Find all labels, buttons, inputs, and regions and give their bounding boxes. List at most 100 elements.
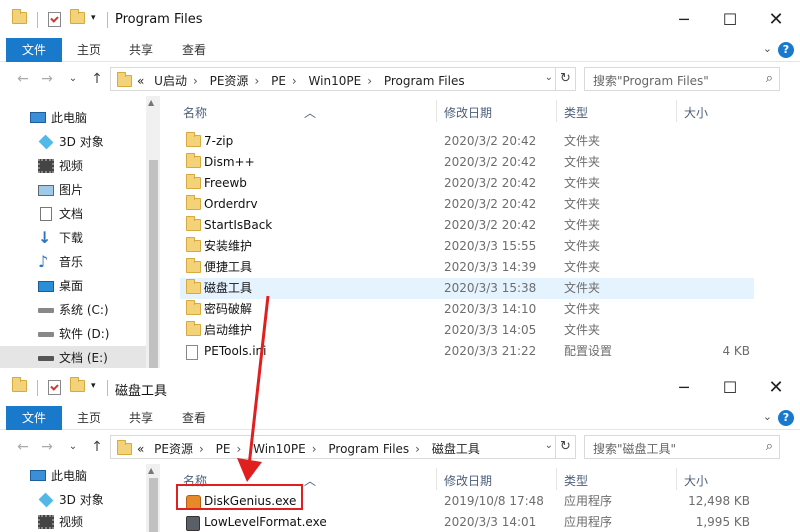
list-item[interactable]: 启动维护 2020/3/3 14:05 文件夹 (180, 320, 754, 341)
list-item[interactable]: Freewb 2020/3/2 20:42 文件夹 (180, 173, 754, 194)
forward-arrow-icon[interactable]: → (38, 70, 56, 88)
nav-item-pictures[interactable]: 图片 (0, 178, 146, 202)
divider[interactable] (556, 468, 557, 490)
list-item[interactable]: StartIsBack 2020/3/2 20:42 文件夹 (180, 215, 754, 236)
recent-locations-icon[interactable]: ⌄ (64, 438, 82, 456)
up-arrow-icon[interactable]: ↑ (88, 70, 106, 88)
nav-item-this-pc[interactable]: 此电脑 (0, 106, 146, 130)
column-type[interactable]: 类型 (564, 472, 588, 489)
forward-arrow-icon[interactable]: → (38, 438, 56, 456)
list-item[interactable]: LowLevelFormat.exe 2020/3/3 14:01 应用程序 1,99… (180, 512, 754, 532)
tab-view[interactable]: 查看 (177, 406, 211, 430)
quick-access-dropdown-icon[interactable]: ▾ (91, 381, 96, 397)
nav-item-drive-e[interactable]: 文档 (E:) (0, 346, 146, 368)
column-type[interactable]: 类型 (564, 104, 588, 121)
divider[interactable] (556, 100, 557, 122)
column-date[interactable]: 修改日期 (444, 104, 492, 121)
folder-icon[interactable] (12, 377, 27, 396)
tab-file[interactable]: 文件 (6, 38, 62, 62)
breadcrumb-item[interactable]: Program Files (384, 74, 465, 88)
nav-label: 此电脑 (51, 111, 88, 125)
breadcrumb-item[interactable]: PE资源 (154, 442, 193, 456)
divider[interactable] (676, 100, 677, 122)
address-bar[interactable]: « PE资源 › PE › Win10PE › Program Files › 磁盘工具… (110, 435, 576, 459)
scroll-up-icon[interactable]: ▲ (148, 98, 154, 107)
breadcrumb-overflow[interactable]: « (137, 442, 144, 456)
scroll-thumb[interactable] (149, 160, 158, 368)
column-date[interactable]: 修改日期 (444, 472, 492, 489)
breadcrumb-overflow[interactable]: « (137, 74, 144, 88)
nav-item-drive-d[interactable]: 软件 (D:) (0, 322, 146, 346)
column-size[interactable]: 大小 (684, 472, 708, 489)
nav-item-music[interactable]: ♪ 音乐 (0, 250, 146, 274)
nav-item-this-pc[interactable]: 此电脑 (0, 464, 146, 488)
new-folder-icon[interactable] (70, 9, 85, 28)
nav-item-downloads[interactable]: ↓ 下载 (0, 226, 146, 250)
ribbon-expand-icon[interactable]: ⌄ (763, 42, 772, 55)
tab-file[interactable]: 文件 (6, 406, 62, 430)
tab-home[interactable]: 主页 (72, 38, 106, 62)
column-name[interactable]: 名称 (183, 104, 207, 121)
breadcrumb-item[interactable]: 磁盘工具 (432, 442, 480, 456)
breadcrumb-item[interactable]: PE (216, 442, 231, 456)
refresh-icon[interactable]: ↻ (555, 436, 575, 458)
divider[interactable] (436, 468, 437, 490)
breadcrumb-item[interactable]: PE (271, 74, 286, 88)
maximize-button[interactable]: ☐ (707, 368, 753, 406)
new-folder-icon[interactable] (70, 377, 85, 396)
scroll-thumb[interactable] (149, 478, 158, 532)
list-item[interactable]: Dism++ 2020/3/2 20:42 文件夹 (180, 152, 754, 173)
up-arrow-icon[interactable]: ↑ (88, 438, 106, 456)
breadcrumb-item[interactable]: U启动 (154, 74, 187, 88)
properties-icon[interactable] (48, 380, 61, 396)
help-icon[interactable]: ? (778, 410, 794, 426)
close-button[interactable]: ✕ (753, 0, 799, 38)
column-size[interactable]: 大小 (684, 104, 708, 121)
chevron-down-icon[interactable]: ⌄ (545, 440, 553, 451)
breadcrumb-item[interactable]: Win10PE (253, 442, 306, 456)
divider[interactable] (436, 100, 437, 122)
nav-item-videos[interactable]: 视频 (0, 154, 146, 178)
folder-icon[interactable] (12, 9, 27, 28)
tab-home[interactable]: 主页 (72, 406, 106, 430)
list-item[interactable]: 密码破解 2020/3/3 14:10 文件夹 (180, 299, 754, 320)
list-item[interactable]: 安装维护 2020/3/3 15:55 文件夹 (180, 236, 754, 257)
recent-locations-icon[interactable]: ⌄ (64, 70, 82, 88)
breadcrumb-item[interactable]: PE资源 (210, 74, 249, 88)
list-item[interactable]: Orderdrv 2020/3/2 20:42 文件夹 (180, 194, 754, 215)
nav-item-3d-objects[interactable]: 3D 对象 (0, 130, 146, 154)
search-input[interactable]: 搜索"磁盘工具" ⌕ (584, 435, 780, 459)
tab-view[interactable]: 查看 (177, 38, 211, 62)
refresh-icon[interactable]: ↻ (555, 68, 575, 90)
search-input[interactable]: 搜索"Program Files" ⌕ (584, 67, 780, 91)
tab-share[interactable]: 共享 (124, 38, 158, 62)
quick-access-dropdown-icon[interactable]: ▾ (91, 13, 96, 29)
minimize-button[interactable]: ─ (661, 0, 707, 38)
nav-item-drive-c[interactable]: 系统 (C:) (0, 298, 146, 322)
nav-scrollbar[interactable]: ▲ (146, 96, 160, 368)
divider[interactable] (676, 468, 677, 490)
address-bar[interactable]: « U启动 › PE资源 › PE › Win10PE › Program Files … (110, 67, 576, 91)
ribbon-expand-icon[interactable]: ⌄ (763, 410, 772, 423)
nav-scrollbar[interactable]: ▲ (146, 464, 160, 532)
properties-icon[interactable] (48, 12, 61, 28)
nav-item-documents[interactable]: 文档 (0, 202, 146, 226)
nav-item-desktop[interactable]: 桌面 (0, 274, 146, 298)
back-arrow-icon[interactable]: ← (14, 70, 32, 88)
list-item[interactable]: PETools.ini 2020/3/3 21:22 配置设置 4 KB (180, 341, 754, 362)
breadcrumb-item[interactable]: Program Files (328, 442, 409, 456)
chevron-down-icon[interactable]: ⌄ (545, 72, 553, 83)
nav-item-3d-objects[interactable]: 3D 对象 (0, 488, 146, 512)
list-item-selected[interactable]: 磁盘工具 2020/3/3 15:38 文件夹 (180, 278, 754, 299)
maximize-button[interactable]: ☐ (707, 0, 753, 38)
scroll-up-icon[interactable]: ▲ (148, 466, 154, 475)
help-icon[interactable]: ? (778, 42, 794, 58)
back-arrow-icon[interactable]: ← (14, 438, 32, 456)
minimize-button[interactable]: ─ (661, 368, 707, 406)
tab-share[interactable]: 共享 (124, 406, 158, 430)
list-item[interactable]: 7-zip 2020/3/2 20:42 文件夹 (180, 131, 754, 152)
close-button[interactable]: ✕ (753, 368, 799, 406)
list-item[interactable]: 便捷工具 2020/3/3 14:39 文件夹 (180, 257, 754, 278)
nav-item-videos[interactable]: 视频 (0, 510, 146, 532)
breadcrumb-item[interactable]: Win10PE (309, 74, 362, 88)
